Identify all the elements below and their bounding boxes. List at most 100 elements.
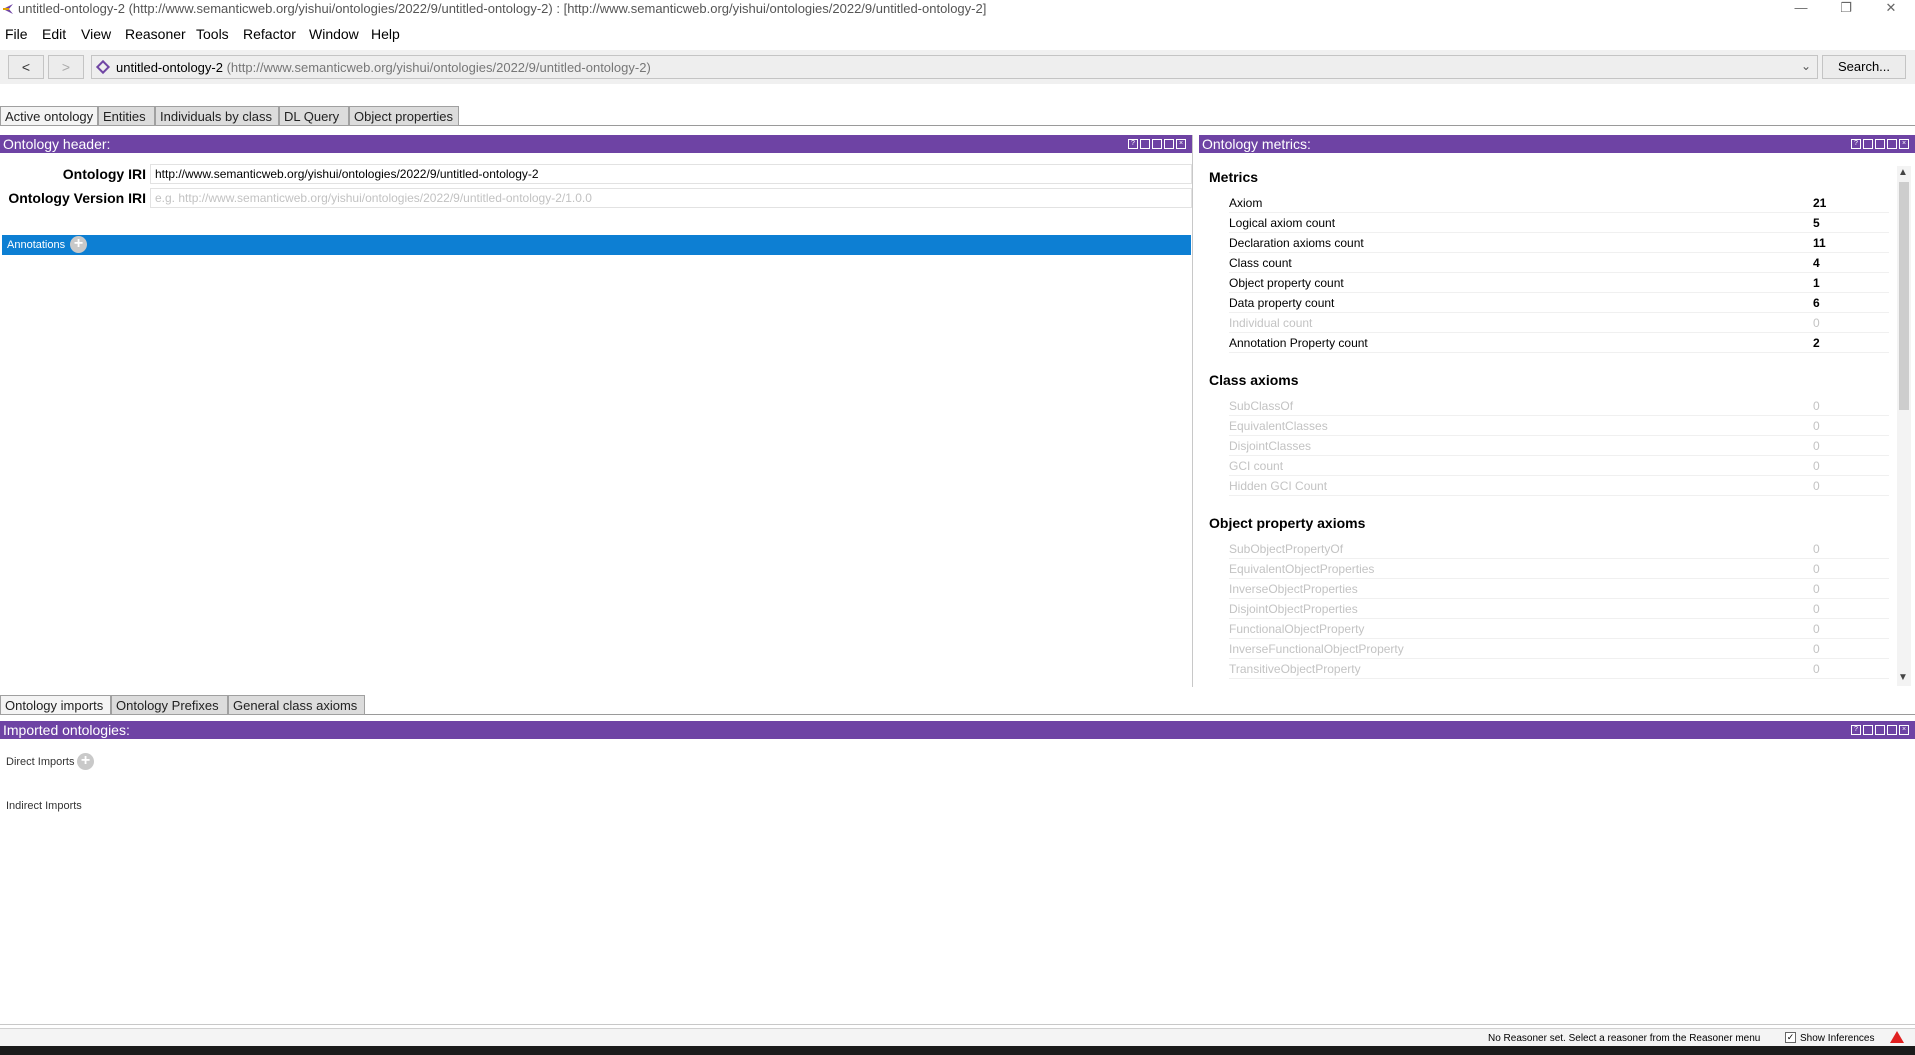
help-icon[interactable]: ? [1851, 139, 1861, 149]
ontology-iri-field[interactable]: http://www.semanticweb.org/yishui/ontolo… [150, 164, 1192, 184]
search-button[interactable]: Search... [1822, 55, 1906, 79]
split-icon[interactable] [1863, 725, 1873, 735]
panel-controls: ? × [1849, 725, 1909, 735]
metric-value: 0 [1813, 419, 1820, 433]
menu-refactor[interactable]: Refactor [243, 26, 296, 42]
menu-window[interactable]: Window [309, 26, 359, 42]
metric-row: Individual count 0 [1229, 313, 1889, 333]
metric-value: 0 [1813, 316, 1820, 330]
metric-label: EquivalentObjectProperties [1229, 562, 1375, 576]
tab-object-properties[interactable]: Object properties [349, 106, 459, 126]
close-panel-icon[interactable]: × [1899, 139, 1909, 149]
metrics-scrollbar[interactable]: ▲ ▼ [1897, 166, 1911, 686]
tab-entities[interactable]: Entities [98, 106, 155, 126]
metric-row: Axiom 21 [1229, 193, 1889, 213]
ontology-header-title: Ontology header: [3, 136, 111, 152]
forward-button[interactable]: > [48, 55, 84, 79]
metric-label: FunctionalObjectProperty [1229, 622, 1365, 636]
metric-label: EquivalentClasses [1229, 419, 1328, 433]
warning-icon[interactable] [1890, 1031, 1904, 1043]
tab-ontology-prefixes[interactable]: Ontology Prefixes [111, 695, 228, 715]
indirect-imports-label: Indirect Imports [6, 800, 82, 812]
metric-row: Logical axiom count 5 [1229, 213, 1889, 233]
close-button[interactable]: ✕ [1868, 0, 1914, 18]
scroll-down-icon[interactable]: ▼ [1898, 672, 1908, 683]
annotations-label: Annotations [7, 239, 66, 251]
tab-ontology-imports[interactable]: Ontology imports [0, 695, 111, 715]
scroll-up-icon[interactable]: ▲ [1898, 167, 1908, 178]
tab-individuals-by-class[interactable]: Individuals by class [155, 106, 279, 126]
menu-view[interactable]: View [81, 26, 111, 42]
metric-value: 0 [1813, 582, 1820, 596]
metric-label: Declaration axioms count [1229, 236, 1364, 250]
metric-row: InverseFunctionalObjectProperty 0 [1229, 639, 1889, 659]
tab-general-class-axioms[interactable]: General class axioms [228, 695, 365, 715]
tab-active-ontology[interactable]: Active ontology [0, 106, 98, 126]
ontology-selector[interactable]: untitled-ontology-2 (http://www.semantic… [91, 55, 1818, 79]
metric-label: Logical axiom count [1229, 216, 1336, 230]
metric-label: SubClassOf [1229, 399, 1294, 413]
close-panel-icon[interactable]: × [1899, 725, 1909, 735]
metric-value: 1 [1813, 276, 1820, 290]
scrollbar-thumb[interactable] [1899, 182, 1909, 410]
metric-value: 0 [1813, 662, 1820, 676]
maximize-panel-icon[interactable] [1887, 725, 1897, 735]
metric-value: 0 [1813, 542, 1820, 556]
ontology-metrics-panel-title: Ontology metrics: ? × [1199, 135, 1915, 153]
metric-row: Object property count 1 [1229, 273, 1889, 293]
chevron-down-icon[interactable]: ⌄ [1801, 59, 1811, 73]
panel-controls: ? × [1849, 139, 1909, 149]
object-property-axioms-section-title: Object property axioms [1209, 515, 1366, 531]
minimize-panel-icon[interactable] [1875, 725, 1885, 735]
add-annotation-icon[interactable]: + [70, 236, 87, 253]
tab-dl-query[interactable]: DL Query [279, 106, 349, 126]
close-panel-icon[interactable]: × [1176, 139, 1186, 149]
metric-label: InverseObjectProperties [1229, 582, 1358, 596]
os-taskbar [0, 1046, 1915, 1055]
metric-label: Object property count [1229, 276, 1344, 290]
panel-controls: ? × [1126, 139, 1186, 149]
help-icon[interactable]: ? [1851, 725, 1861, 735]
ontology-version-iri-field[interactable]: e.g. http://www.semanticweb.org/yishui/o… [150, 188, 1192, 208]
menu-help[interactable]: Help [371, 26, 400, 42]
maximize-panel-icon[interactable] [1887, 139, 1897, 149]
metric-value: 2 [1813, 336, 1820, 350]
reasoner-status: No Reasoner set. Select a reasoner from … [1488, 1033, 1761, 1044]
show-inferences-checkbox[interactable]: ✓ [1785, 1032, 1796, 1043]
metrics-list: Metrics Axiom 21 Logical axiom count 5 Dec… [1201, 166, 1895, 686]
metric-row: EquivalentObjectProperties 0 [1229, 559, 1889, 579]
metric-label: GCI count [1229, 459, 1284, 473]
add-direct-import-icon[interactable]: + [77, 753, 94, 770]
metric-row: DisjointObjectProperties 0 [1229, 599, 1889, 619]
ontology-header-panel-title: Ontology header: ? × [0, 135, 1192, 153]
menu-edit[interactable]: Edit [42, 26, 66, 42]
window-title: untitled-ontology-2 (http://www.semantic… [18, 1, 987, 16]
metric-label: Data property count [1229, 296, 1335, 310]
help-icon[interactable]: ? [1128, 139, 1138, 149]
metric-row: TransitiveObjectProperty 0 [1229, 659, 1889, 679]
menu-reasoner[interactable]: Reasoner [125, 26, 186, 42]
show-inferences-label: Show Inferences [1800, 1033, 1875, 1044]
back-button[interactable]: < [8, 55, 44, 79]
minimize-button[interactable]: — [1778, 0, 1824, 18]
split-icon[interactable] [1863, 139, 1873, 149]
menu-file[interactable]: File [5, 26, 28, 42]
split-icon[interactable] [1140, 139, 1150, 149]
metric-value: 5 [1813, 216, 1820, 230]
ontology-name: untitled-ontology-2 [116, 60, 223, 75]
minimize-panel-icon[interactable] [1152, 139, 1162, 149]
metric-label: Hidden GCI Count [1229, 479, 1328, 493]
metric-row: DisjointClasses 0 [1229, 436, 1889, 456]
maximize-panel-icon[interactable] [1164, 139, 1174, 149]
metric-label: Class count [1229, 256, 1292, 270]
metric-row: Data property count 6 [1229, 293, 1889, 313]
minimize-panel-icon[interactable] [1875, 139, 1885, 149]
restore-button[interactable]: ❐ [1823, 0, 1869, 18]
metric-label: Annotation Property count [1229, 336, 1368, 350]
direct-imports-label: Direct Imports [6, 756, 75, 768]
metric-value: 6 [1813, 296, 1820, 310]
title-bar: untitled-ontology-2 (http://www.semantic… [0, 0, 1915, 18]
ontology-iri-label: Ontology IRI [62, 166, 146, 182]
bottom-divider [0, 1024, 1915, 1025]
menu-tools[interactable]: Tools [196, 26, 229, 42]
